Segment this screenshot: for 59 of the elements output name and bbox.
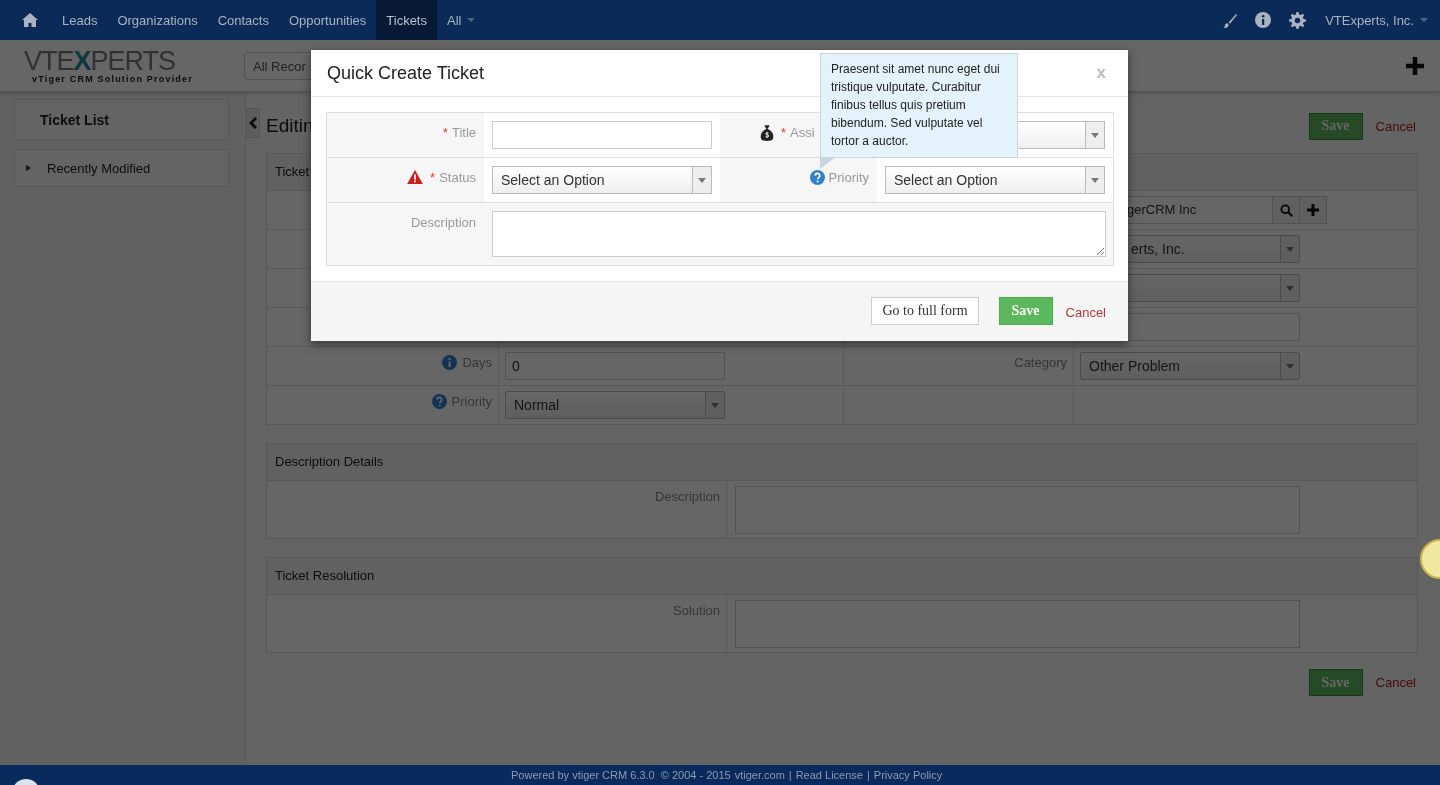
nav-tab[interactable]: All (437, 0, 486, 40)
plus-icon[interactable] (1406, 56, 1424, 75)
page-heading: Editin (266, 115, 314, 137)
input-field[interactable]: 0 (505, 352, 725, 380)
add-button[interactable] (1299, 196, 1327, 224)
search-button[interactable] (1272, 196, 1300, 224)
plus-icon (1307, 204, 1319, 216)
separator: | (788, 769, 792, 781)
nav-tab[interactable]: Tickets (376, 0, 437, 40)
field-label: Description (410, 215, 476, 230)
field-label: Assi (790, 125, 815, 140)
sidebar-title[interactable]: Ticket List (14, 99, 229, 140)
chevron-left-icon (249, 117, 257, 129)
cancel-link[interactable]: Cancel (1375, 118, 1416, 134)
required-mark: * (430, 170, 436, 185)
field-label: Priority (828, 170, 869, 185)
select-field[interactable]: Normal (505, 391, 725, 419)
required-mark: * (781, 125, 787, 140)
separator: | (866, 769, 870, 781)
help-icon (809, 170, 825, 185)
footer-link[interactable]: Privacy Policy (873, 769, 943, 781)
nav-tab[interactable]: Contacts (207, 0, 279, 40)
info-icon (442, 355, 458, 370)
section-title: Description Details (267, 444, 1417, 481)
footer-link[interactable]: vtiger.com (734, 769, 785, 781)
footer-link[interactable]: Read License (795, 769, 863, 781)
resize-grip-icon (1096, 247, 1104, 255)
help-icon (431, 394, 447, 409)
brush-icon[interactable] (1222, 12, 1238, 28)
sidebar-item[interactable]: Recently Modified (14, 149, 229, 187)
select-field[interactable]: Select an Option (885, 166, 1105, 194)
home-icon[interactable] (22, 13, 38, 27)
user-menu[interactable]: VTExperts, Inc. (1315, 0, 1428, 40)
info-icon[interactable] (1255, 12, 1272, 28)
footer-text: Powered by vtiger CRM 6.3.0 © 2004 - 2015 (511, 769, 731, 781)
collapse-button[interactable] (246, 108, 260, 138)
required-mark: * (442, 125, 448, 140)
cancel-link[interactable]: Cancel (1065, 304, 1106, 320)
section-title: Ticket Resolution (267, 558, 1417, 595)
search-icon (1279, 203, 1293, 217)
select-field[interactable]: Other Problem (1080, 352, 1300, 380)
caret-icon (1420, 18, 1428, 22)
dialog-title: Quick Create Ticket (327, 62, 485, 84)
warning-icon (407, 170, 424, 184)
full-form-button[interactable]: Go to full form (871, 296, 979, 325)
field-label: Title (451, 125, 476, 140)
nav-tab[interactable]: Organizations (107, 0, 208, 40)
money-bag-icon (760, 125, 774, 141)
logo-wordmark: VTEXPERTS (24, 47, 176, 74)
nav-tab[interactable]: Leads (52, 0, 108, 40)
tooltip-pointer (820, 157, 836, 169)
settings-icon[interactable] (1289, 11, 1307, 29)
select-field[interactable]: Select an Option (492, 166, 712, 194)
cancel-link[interactable]: Cancel (1375, 675, 1416, 690)
input-field[interactable] (492, 121, 712, 149)
nav-tab[interactable]: Opportunities (278, 0, 377, 40)
help-tooltip: Praesent sit amet nunc eget dui tristique vulputate. Curabitur finibus tellus quis pretium bibendum. Sed vulputate vel tortor a auctor. (820, 53, 1018, 158)
field-label: Status (439, 170, 476, 185)
logo-tagline: vTiger CRM Solution Provider (32, 73, 193, 84)
